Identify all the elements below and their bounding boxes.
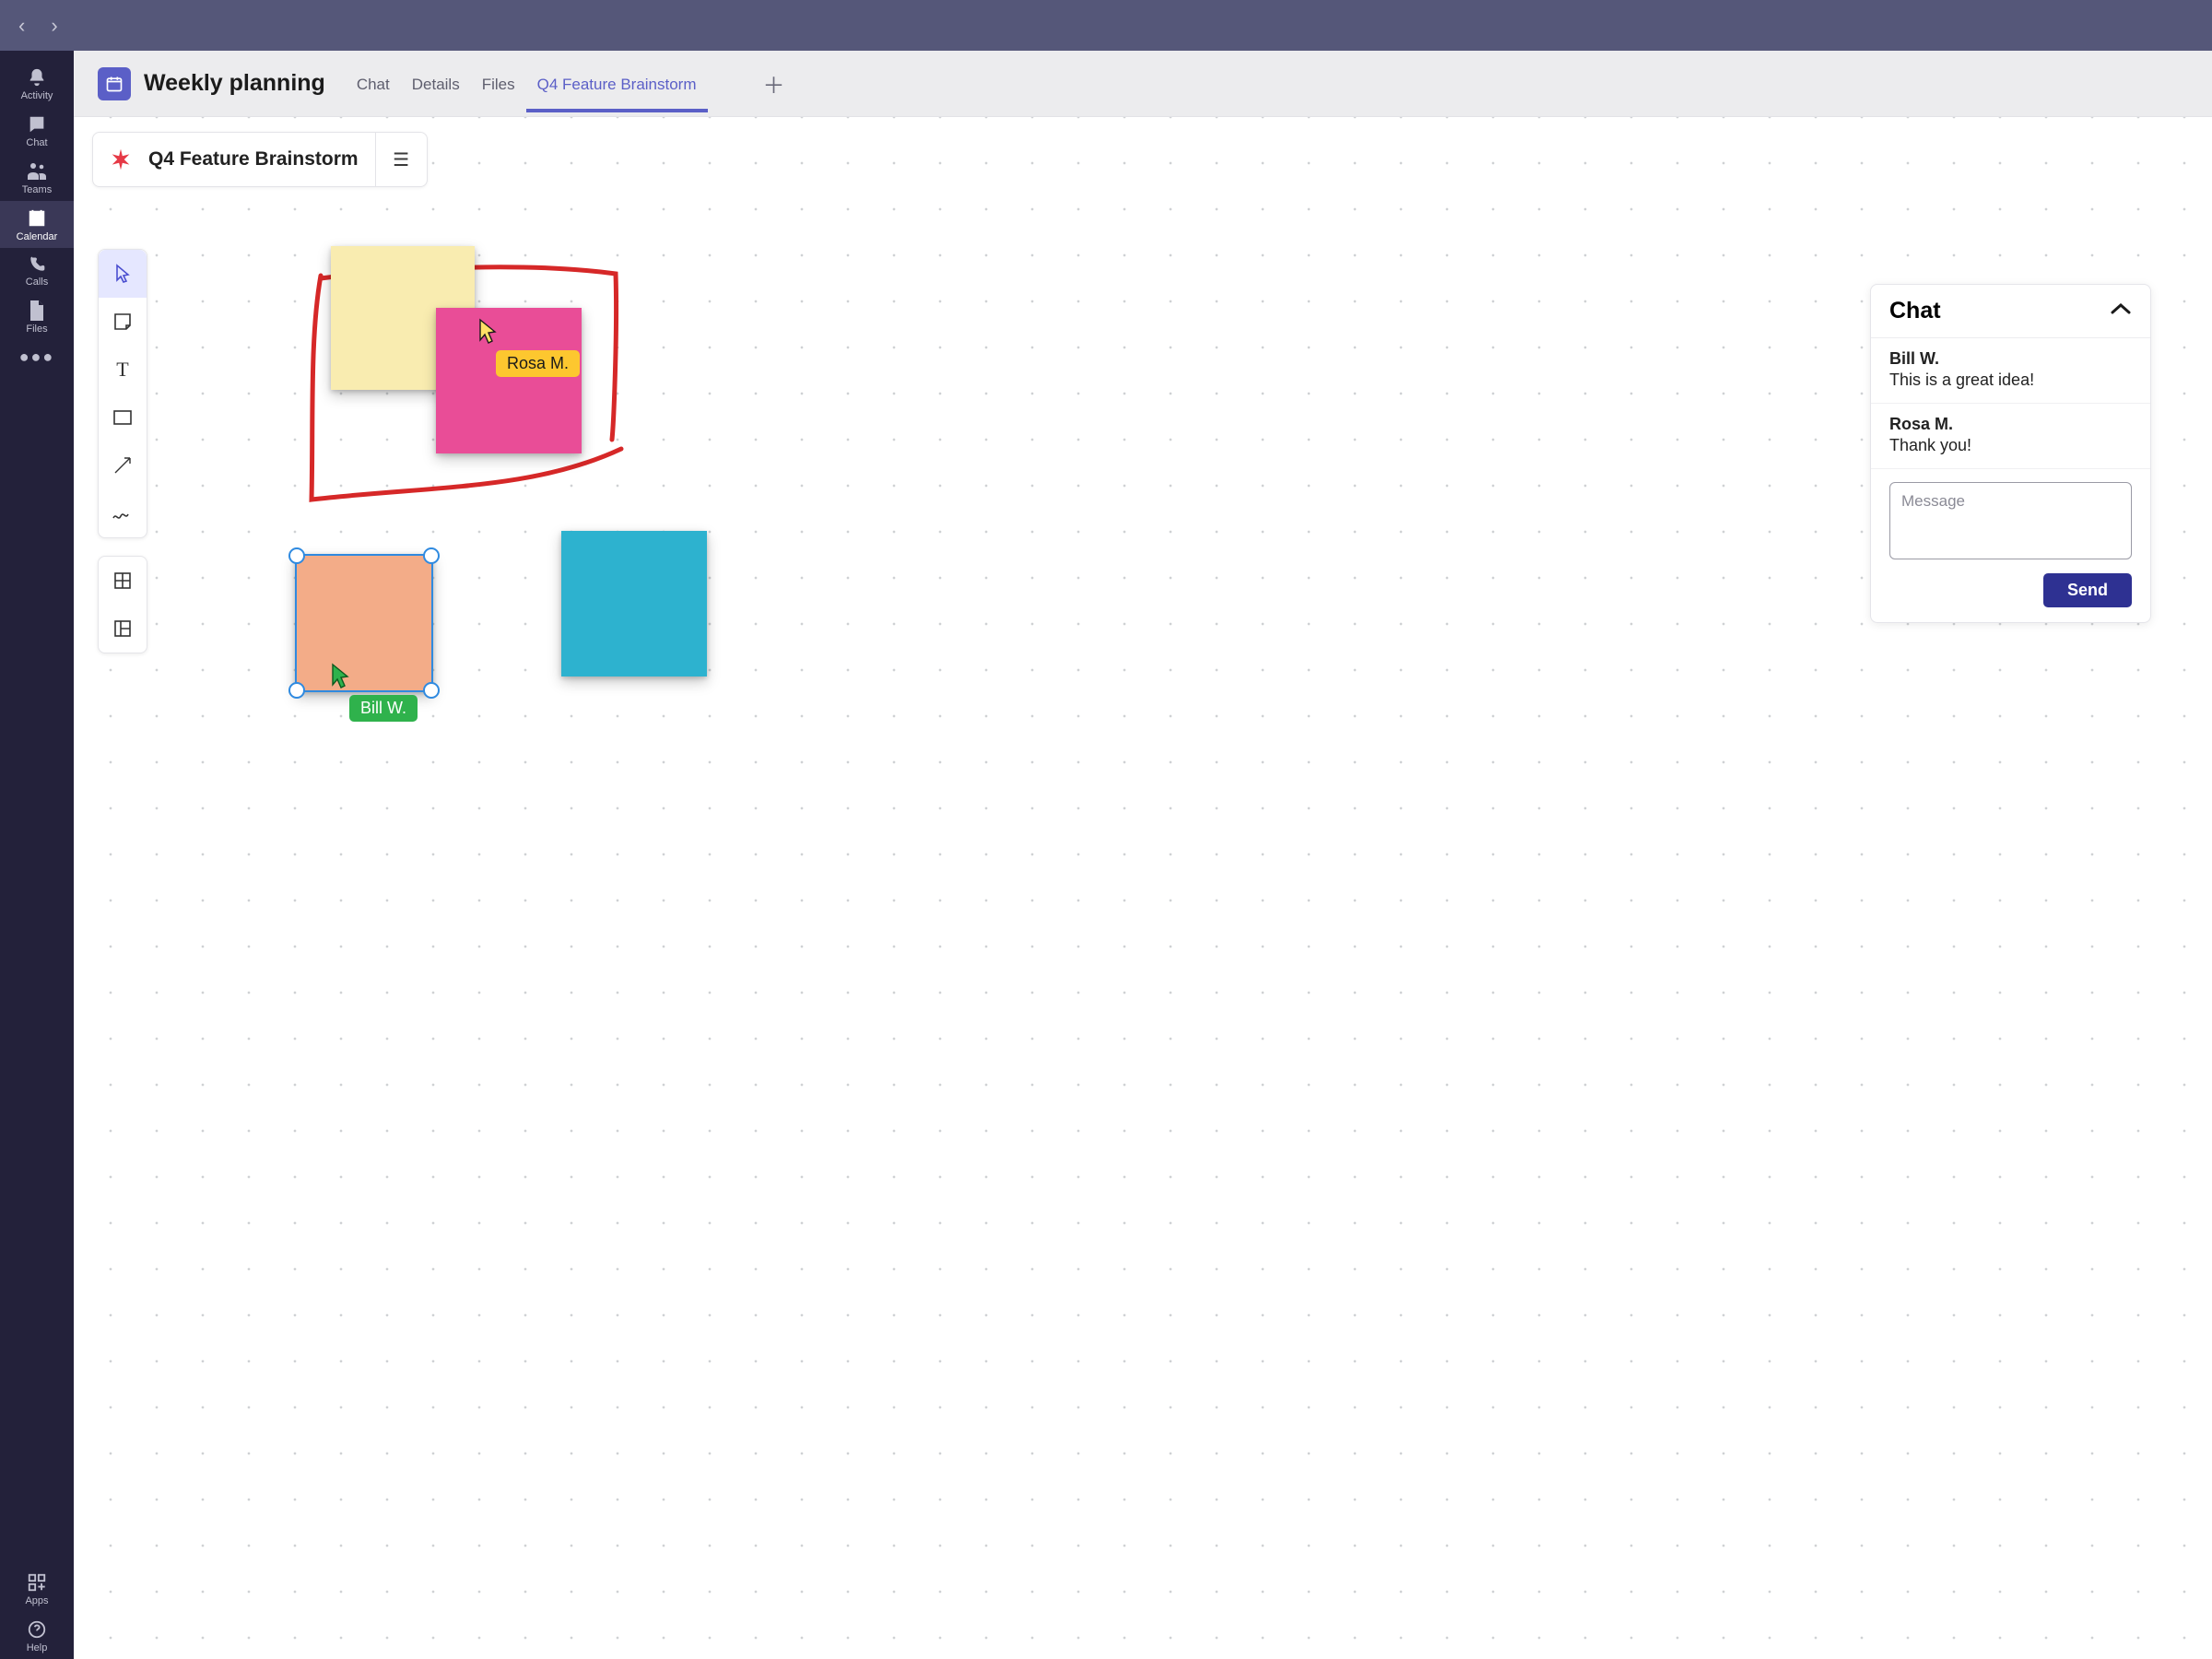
bell-icon (0, 67, 74, 88)
phone-icon (0, 255, 74, 274)
calendar-icon (0, 208, 74, 229)
tab-chat[interactable]: Chat (346, 55, 401, 112)
rail-calls[interactable]: Calls (0, 248, 74, 293)
tool-arrow[interactable] (99, 441, 147, 489)
rail-help[interactable]: Help (0, 1612, 74, 1659)
resize-handle-icon[interactable] (423, 547, 440, 564)
tool-layout[interactable] (99, 605, 147, 653)
rail-teams[interactable]: Teams (0, 154, 74, 201)
tab-details[interactable]: Details (401, 55, 471, 112)
remote-cursor-rosa (477, 318, 501, 350)
tool-select[interactable] (99, 250, 147, 298)
tool-draw[interactable] (99, 489, 147, 537)
hamburger-icon: ☰ (393, 148, 409, 171)
meeting-title: Weekly planning (144, 70, 325, 97)
rail-files[interactable]: Files (0, 293, 74, 340)
chat-panel-header[interactable]: Chat (1871, 285, 2150, 338)
chat-icon (0, 114, 74, 135)
rail-help-label: Help (0, 1642, 74, 1653)
resize-handle-icon[interactable] (423, 682, 440, 699)
chat-message: Bill W. This is a great idea! (1871, 338, 2150, 404)
send-button[interactable]: Send (2043, 573, 2132, 607)
chat-panel-title: Chat (1889, 298, 1941, 324)
board-logo-icon (93, 147, 148, 172)
tool-shape[interactable] (99, 394, 147, 441)
ellipsis-icon: ●●● (0, 347, 74, 367)
board-title-chip: Q4 Feature Brainstorm ☰ (92, 132, 428, 187)
sticky-note-peach-selected[interactable] (295, 554, 433, 692)
chat-text: This is a great idea! (1889, 371, 2132, 390)
remote-label-bill: Bill W. (349, 695, 418, 722)
board-menu-button[interactable]: ☰ (375, 133, 427, 186)
rail-files-label: Files (0, 324, 74, 335)
file-icon (0, 300, 74, 321)
rail-apps-label: Apps (0, 1595, 74, 1606)
tool-sticky[interactable] (99, 298, 147, 346)
sticky-note-pink[interactable] (436, 308, 582, 453)
remote-label-rosa: Rosa M. (496, 350, 580, 377)
meeting-calendar-icon (98, 67, 131, 100)
tool-palette-secondary (98, 556, 147, 653)
chat-author: Rosa M. (1889, 415, 2132, 434)
nav-back-icon[interactable]: ‹ (18, 14, 25, 38)
tool-text[interactable]: T (99, 346, 147, 394)
resize-handle-icon[interactable] (288, 682, 305, 699)
apps-icon (0, 1572, 74, 1593)
rail-apps[interactable]: Apps (0, 1565, 74, 1612)
rail-calendar[interactable]: Calendar (0, 201, 74, 248)
meeting-header: Weekly planning Chat Details Files Q4 Fe… (74, 51, 2212, 117)
chat-message: Rosa M. Thank you! (1871, 404, 2150, 469)
tab-brainstorm[interactable]: Q4 Feature Brainstorm (526, 55, 708, 112)
app-rail: Activity Chat Teams Calendar Calls Files… (0, 51, 74, 1659)
help-icon (0, 1619, 74, 1640)
rail-calls-label: Calls (0, 276, 74, 288)
rail-chat-label: Chat (0, 137, 74, 148)
chat-text: Thank you! (1889, 436, 2132, 455)
chat-compose: Send (1871, 469, 2150, 622)
rail-teams-label: Teams (0, 184, 74, 195)
remote-cursor-bill (330, 663, 354, 695)
tab-files[interactable]: Files (471, 55, 526, 112)
tool-palette: T (98, 249, 147, 538)
tool-grid[interactable] (99, 557, 147, 605)
rail-more[interactable]: ●●● (0, 340, 74, 372)
rail-calendar-label: Calendar (0, 231, 74, 242)
title-bar: ‹ › (0, 0, 2212, 51)
teams-icon (0, 161, 74, 182)
chat-input[interactable] (1889, 482, 2132, 559)
rail-chat[interactable]: Chat (0, 107, 74, 154)
rail-activity-label: Activity (0, 90, 74, 101)
chevron-up-icon (2110, 301, 2132, 321)
chat-author: Bill W. (1889, 349, 2132, 369)
nav-forward-icon[interactable]: › (51, 14, 57, 38)
board-title: Q4 Feature Brainstorm (148, 148, 375, 171)
add-tab-button[interactable]: ＋ (763, 67, 785, 100)
sticky-note-teal[interactable] (561, 531, 707, 677)
chat-panel: Chat Bill W. This is a great idea! Rosa … (1870, 284, 2151, 623)
rail-activity[interactable]: Activity (0, 60, 74, 107)
resize-handle-icon[interactable] (288, 547, 305, 564)
whiteboard-canvas[interactable]: Q4 Feature Brainstorm ☰ T (74, 117, 2212, 1659)
